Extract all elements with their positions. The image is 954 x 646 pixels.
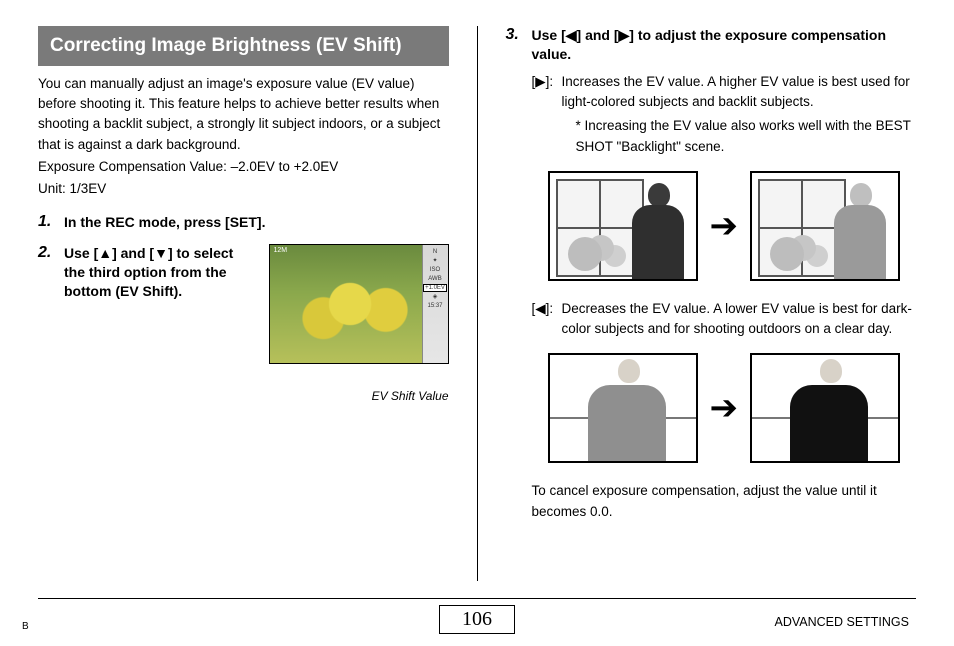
two-column-layout: Correcting Image Brightness (EV Shift) Y… — [38, 26, 916, 581]
increase-text: Increases the EV value. A higher EV valu… — [562, 74, 910, 109]
fig-backlit-after — [750, 171, 900, 281]
left-column: Correcting Image Brightness (EV Shift) Y… — [38, 26, 449, 581]
screenshot-sidebar: N ✦ ISO AWB +1.0EV ◈ 15:37 — [422, 245, 448, 363]
step-2: 2. Use [▲] and [▼] to select the third o… — [38, 244, 449, 403]
step-1-text: In the REC mode, press [SET]. — [64, 213, 449, 232]
arrow-right-icon: ➔ — [710, 206, 739, 246]
step-3: 3. Use [◀] and [▶] to adjust the exposur… — [506, 26, 917, 522]
down-arrow-icon: ▼ — [154, 245, 168, 261]
decrease-figure-row: ➔ — [532, 353, 917, 463]
footer-rule — [38, 598, 916, 599]
fig-backlit-before — [548, 171, 698, 281]
up-arrow-icon: ▲ — [98, 245, 112, 261]
step-2-text: Use [▲] and [▼] to select the third opti… — [64, 244, 234, 301]
ev-unit: Unit: 1/3EV — [38, 179, 449, 199]
column-divider — [477, 26, 478, 581]
page-number: 106 — [439, 605, 515, 634]
screenshot-top-osd: 12M — [274, 247, 288, 254]
ev-range: Exposure Compensation Value: –2.0EV to +… — [38, 157, 449, 177]
fig-outdoor-before — [548, 353, 698, 463]
ev-shift-osd-value: +1.0EV — [424, 285, 446, 291]
decrease-key: [◀]: — [532, 299, 558, 340]
step-3-text: Use [◀] and [▶] to adjust the exposure c… — [532, 26, 917, 64]
step-number: 1. — [38, 213, 58, 232]
left-arrow-icon: ◀ — [535, 301, 545, 316]
section-heading: Correcting Image Brightness (EV Shift) — [38, 26, 449, 66]
intro-paragraph: You can manually adjust an image's expos… — [38, 74, 449, 155]
step-number: 3. — [506, 26, 526, 522]
screenshot-caption: EV Shift Value — [248, 389, 449, 403]
increase-figure-row: ➔ — [532, 171, 917, 281]
footer-section-label: ADVANCED SETTINGS — [774, 615, 909, 629]
intro-text: You can manually adjust an image's expos… — [38, 74, 449, 200]
arrow-right-icon: ➔ — [710, 388, 739, 428]
increase-note: * Increasing the EV value also works wel… — [562, 116, 917, 157]
steps-list: 1. In the REC mode, press [SET]. 2. Use … — [38, 213, 449, 403]
left-arrow-icon: ◀ — [566, 27, 577, 43]
decrease-text: Decreases the EV value. A lower EV value… — [562, 299, 917, 340]
step-1: 1. In the REC mode, press [SET]. — [38, 213, 449, 232]
footer-left-marker: B — [22, 621, 29, 632]
camera-screenshot-wrap: 12M N ✦ ISO AWB +1.0EV ◈ 15:37 — [248, 244, 449, 403]
fig-outdoor-after — [750, 353, 900, 463]
manual-page: Correcting Image Brightness (EV Shift) Y… — [0, 0, 954, 646]
increase-key: [▶]: — [532, 72, 558, 157]
step-number: 2. — [38, 244, 58, 403]
right-arrow-icon: ▶ — [535, 74, 545, 89]
camera-screenshot: 12M N ✦ ISO AWB +1.0EV ◈ 15:37 — [269, 244, 449, 364]
right-column: 3. Use [◀] and [▶] to adjust the exposur… — [506, 26, 917, 581]
cancel-note: To cancel exposure compensation, adjust … — [532, 481, 917, 522]
increase-block: [▶]: Increases the EV value. A higher EV… — [532, 72, 917, 157]
right-arrow-icon: ▶ — [619, 27, 630, 43]
decrease-block: [◀]: Decreases the EV value. A lower EV … — [532, 299, 917, 340]
